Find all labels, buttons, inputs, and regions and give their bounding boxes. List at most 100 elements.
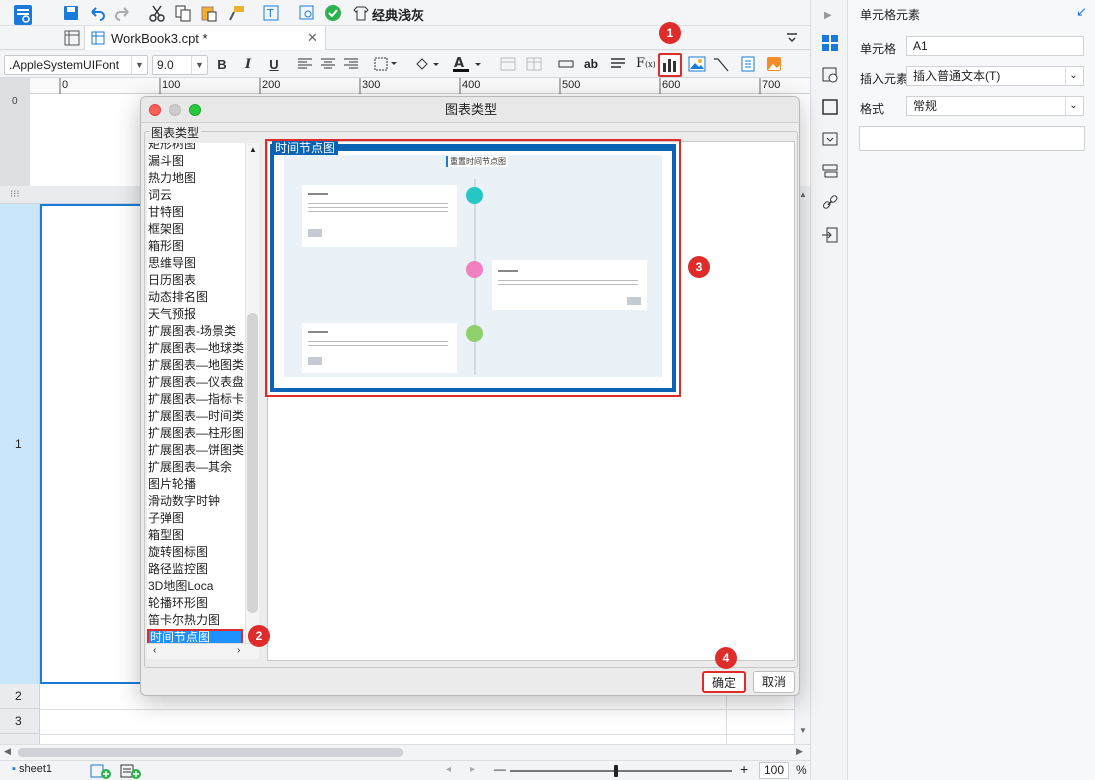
chart-type-item[interactable]: 图片轮播: [147, 476, 247, 493]
paste-icon[interactable]: [200, 4, 218, 22]
chart-type-item[interactable]: 扩展图表—饼图类: [147, 442, 247, 459]
text-element-icon[interactable]: ab: [584, 57, 598, 71]
chart-type-item[interactable]: 路径监控图: [147, 561, 247, 578]
chart-type-item[interactable]: 扩展图表—地图类: [147, 357, 247, 374]
hscroll-thumb[interactable]: [18, 748, 403, 757]
list-scroll-thumb[interactable]: [247, 313, 258, 613]
align-center-icon[interactable]: [321, 58, 335, 70]
chart-type-item[interactable]: 天气预报: [147, 306, 247, 323]
zoom-in-button[interactable]: +: [740, 761, 748, 777]
select-all-icon[interactable]: ⁝⁝⁝: [10, 189, 20, 200]
zoom-value-field[interactable]: 100: [759, 762, 789, 779]
condition-icon[interactable]: [821, 162, 839, 180]
zoom-slider-thumb[interactable]: [614, 765, 618, 777]
bold-button[interactable]: B: [214, 57, 230, 72]
float-image-icon[interactable]: [766, 56, 782, 72]
zoom-slider-track[interactable]: [510, 770, 732, 772]
cell-element-icon[interactable]: [821, 34, 839, 52]
cancel-button[interactable]: 取消: [753, 671, 795, 693]
chart-type-item[interactable]: 甘特图: [147, 204, 247, 221]
chart-type-item[interactable]: 箱形图: [147, 238, 247, 255]
chart-type-item[interactable]: 旋转图标图: [147, 544, 247, 561]
font-color-icon[interactable]: A: [452, 55, 484, 73]
chart-type-item[interactable]: 思维导图: [147, 255, 247, 272]
cut-icon[interactable]: [148, 4, 166, 22]
chart-type-item[interactable]: 时间节点图: [147, 629, 243, 643]
tab-menu-icon[interactable]: [786, 32, 798, 44]
chart-type-item[interactable]: 滑动数字时钟: [147, 493, 247, 510]
preview-icon[interactable]: [298, 4, 316, 22]
format-painter-icon[interactable]: [228, 4, 246, 22]
chart-type-item[interactable]: 扩展图表—地球类: [147, 340, 247, 357]
merge-cell-icon[interactable]: [500, 57, 516, 71]
row-2-header[interactable]: 2: [0, 684, 39, 709]
grid-icon[interactable]: [64, 30, 80, 46]
chart-type-item[interactable]: 笛卡尔热力图: [147, 612, 247, 629]
preview-highlight[interactable]: 时间节点图 重置时间节点图: [265, 139, 681, 397]
chart-type-item[interactable]: 框架图: [147, 221, 247, 238]
row-1-header[interactable]: 1: [0, 204, 39, 684]
next-sheet-icon[interactable]: ▸: [470, 764, 475, 775]
close-window-icon[interactable]: [149, 104, 161, 116]
import-icon[interactable]: [821, 226, 839, 244]
scroll-right-icon[interactable]: ›: [237, 645, 240, 656]
chart-type-item[interactable]: 子弹图: [147, 510, 247, 527]
undo-icon[interactable]: [88, 4, 106, 22]
chart-type-item[interactable]: 3D地图Loca: [147, 578, 247, 595]
italic-button[interactable]: I: [240, 57, 256, 72]
format-detail-field[interactable]: [859, 126, 1085, 151]
richtext-icon[interactable]: [611, 58, 625, 70]
chart-type-item[interactable]: 矩形树图: [147, 143, 247, 153]
chart-type-item[interactable]: 轮播环形图: [147, 595, 247, 612]
insert-chart-button[interactable]: [658, 53, 682, 77]
chart-type-item[interactable]: 扩展图表—时间类: [147, 408, 247, 425]
confirm-button[interactable]: 确定: [702, 671, 746, 693]
list-hscrollbar[interactable]: ‹ ›: [147, 643, 259, 659]
chart-type-item[interactable]: 扩展图表—指标卡: [147, 391, 247, 408]
timeline-chart-card[interactable]: 时间节点图 重置时间节点图: [270, 141, 676, 392]
font-name-select[interactable]: .AppleSystemUIFont ▼: [4, 55, 148, 75]
chart-type-item[interactable]: 词云: [147, 187, 247, 204]
chart-type-item[interactable]: 箱型图: [147, 527, 247, 544]
horizontal-scrollbar[interactable]: ◀ ▶: [0, 744, 810, 760]
minimize-window-icon[interactable]: [169, 104, 181, 116]
slash-cell-icon[interactable]: [713, 56, 729, 72]
redo-icon[interactable]: [114, 4, 132, 22]
tab-close-icon[interactable]: ✕: [307, 30, 318, 46]
chart-type-item[interactable]: 热力地图: [147, 170, 247, 187]
text-edit-icon[interactable]: T: [262, 4, 280, 22]
list-scrollbar[interactable]: ▲ ▼: [245, 143, 259, 643]
align-right-icon[interactable]: [344, 58, 358, 70]
chart-type-item[interactable]: 扩展图表—其余: [147, 459, 247, 476]
format-select[interactable]: 常规 ⌄: [906, 96, 1084, 116]
widget-icon[interactable]: [821, 130, 839, 148]
copy-icon[interactable]: [174, 4, 192, 22]
scroll-up-icon[interactable]: ▲: [799, 190, 807, 199]
maximize-window-icon[interactable]: [189, 104, 201, 116]
theme-label[interactable]: 经典浅灰: [372, 5, 424, 24]
scroll-right-icon[interactable]: ▶: [796, 746, 803, 757]
insert-image-icon[interactable]: [688, 56, 706, 72]
zoom-out-button[interactable]: —: [494, 762, 506, 776]
align-left-icon[interactable]: [298, 58, 312, 70]
scroll-up-icon[interactable]: ▲: [249, 145, 257, 154]
prev-sheet-icon[interactable]: ◂: [446, 764, 451, 775]
cell-field[interactable]: A1: [906, 36, 1084, 56]
row-3-header[interactable]: 3: [0, 709, 39, 734]
scroll-down-icon[interactable]: ▼: [799, 726, 807, 735]
add-sheet-icon[interactable]: [90, 763, 112, 779]
cell-attribute-icon[interactable]: [821, 66, 839, 84]
app-logo-icon[interactable]: [12, 3, 36, 27]
sheet-tab[interactable]: ▪ sheet1: [12, 763, 52, 775]
collapse-arrow-icon[interactable]: ↙: [1076, 4, 1087, 20]
theme-icon[interactable]: [352, 4, 370, 22]
hyperlink-icon[interactable]: [821, 194, 839, 212]
font-size-select[interactable]: 9.0 ▼: [152, 55, 208, 75]
unmerge-cell-icon[interactable]: [526, 57, 542, 71]
formula-icon[interactable]: F(x): [636, 56, 656, 71]
expand-arrow-icon[interactable]: ▶: [824, 10, 832, 21]
chart-type-item[interactable]: 扩展图表—柱形图: [147, 425, 247, 442]
border-icon[interactable]: [374, 57, 400, 71]
chart-type-item[interactable]: 日历图表: [147, 272, 247, 289]
chart-type-item[interactable]: 动态排名图: [147, 289, 247, 306]
